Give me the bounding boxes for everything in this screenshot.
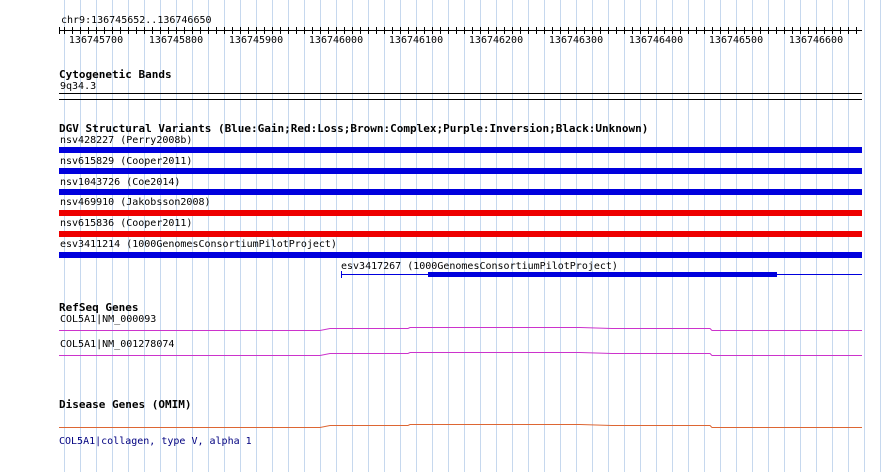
dgv-variant-bar[interactable] bbox=[59, 147, 862, 153]
refseq-gene-model bbox=[59, 352, 862, 356]
omim-track-title[interactable]: Disease Genes (OMIM) bbox=[59, 398, 191, 411]
dgv-variant-label: nsv615836 (Cooper2011) bbox=[60, 218, 193, 229]
omim-gene-link[interactable]: COL5A1|collagen, type V, alpha 1 bbox=[59, 436, 252, 448]
ruler-tick-label: 136746200 bbox=[468, 35, 524, 46]
dgv-track-title[interactable]: DGV Structural Variants (Blue:Gain;Red:L… bbox=[59, 122, 648, 135]
refseq-gene-model bbox=[59, 327, 862, 331]
dgv-variant-bar[interactable] bbox=[59, 210, 862, 216]
cytoband-bar[interactable] bbox=[59, 93, 862, 94]
locus-label: chr9:136745652..136746650 bbox=[61, 15, 212, 26]
refseq-track-title[interactable]: RefSeq Genes bbox=[59, 301, 138, 314]
dgv-variant-bar[interactable] bbox=[59, 252, 862, 258]
omim-gene-model bbox=[59, 424, 862, 428]
dgv-variant-label: esv3411214 (1000GenomesConsortiumPilotPr… bbox=[60, 239, 337, 250]
genome-browser-view: chr9:136745652..136746650 136745700 13674… bbox=[0, 0, 890, 472]
dgv-variant-label: nsv428227 (Perry2008b) bbox=[60, 135, 193, 146]
cytoband-bar-lower bbox=[59, 99, 862, 100]
dgv-variant-thick-block[interactable] bbox=[428, 272, 777, 277]
cytoband-track-title[interactable]: Cytogenetic Bands bbox=[59, 68, 172, 81]
ruler-tick-label: 136745800 bbox=[148, 35, 204, 46]
dgv-variant-bar[interactable] bbox=[59, 168, 862, 174]
dgv-variant-bar[interactable] bbox=[59, 231, 862, 237]
ruler-tick-label: 136746600 bbox=[788, 35, 844, 46]
dgv-variant-label: nsv469910 (Jakobsson2008) bbox=[60, 197, 211, 208]
dgv-variant-start-tick bbox=[341, 271, 342, 278]
ruler-tick-label: 136746400 bbox=[628, 35, 684, 46]
ruler-tick-label: 136746100 bbox=[388, 35, 444, 46]
ruler-tick-label: 136746000 bbox=[308, 35, 364, 46]
cytoband-label: 9q34.3 bbox=[60, 81, 97, 92]
ruler-tick-label: 136745900 bbox=[228, 35, 284, 46]
dgv-variant-label: nsv615829 (Cooper2011) bbox=[60, 156, 193, 167]
refseq-gene-label[interactable]: COL5A1|NM_000093 bbox=[60, 314, 156, 326]
dgv-variant-bar[interactable] bbox=[59, 189, 862, 195]
ruler-tick-label: 136745700 bbox=[68, 35, 124, 46]
dgv-variant-label: nsv1043726 (Coe2014) bbox=[60, 177, 181, 188]
ruler-tick-label: 136746500 bbox=[708, 35, 764, 46]
refseq-gene-label[interactable]: COL5A1|NM_001278074 bbox=[60, 339, 174, 351]
ruler-tick-label: 136746300 bbox=[548, 35, 604, 46]
